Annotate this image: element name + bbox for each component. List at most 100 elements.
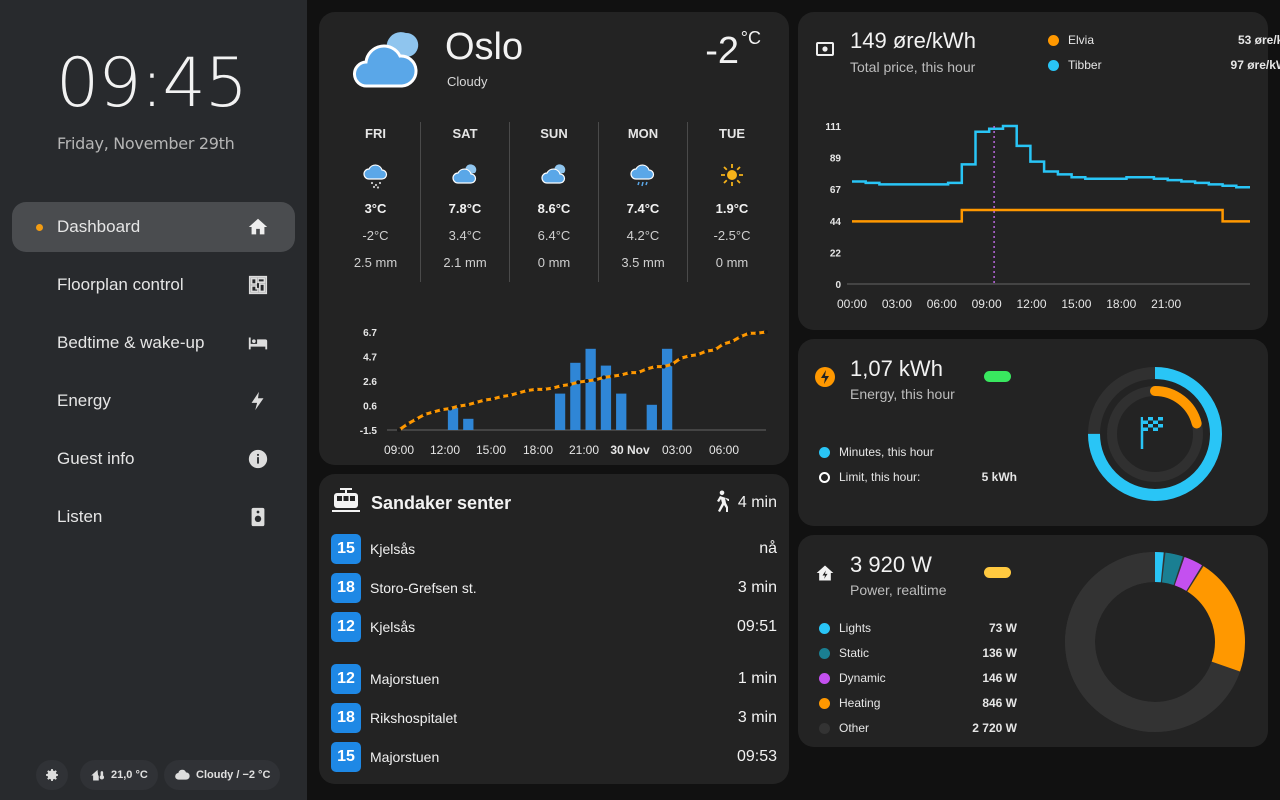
y-tick-label: 44 <box>830 217 842 228</box>
transit-card[interactable]: Sandaker senter 4 min 15 Kjelsås nå 18 S… <box>319 474 789 784</box>
temperature-point <box>516 390 521 395</box>
legend-item: Tibber 97 øre/kWh <box>1048 58 1280 72</box>
x-tick-label: 06:00 <box>709 443 739 457</box>
legend-label: Dynamic <box>839 671 886 685</box>
price-chart: 111 89 67 44 22 0 00:00 03:00 06:00 09:00 12:00 15:… <box>825 122 1250 311</box>
forecast-day: SAT 7.8°C 3.4°C 2.1 mm <box>420 122 509 282</box>
temperature-point <box>482 398 487 403</box>
sidebar-item-dashboard[interactable]: Dashboard <box>12 202 295 252</box>
precip-bar <box>616 393 627 430</box>
cash-icon <box>816 42 834 56</box>
legend-label: Other <box>839 721 870 735</box>
departure-row[interactable]: 18 Storo-Grefsen st. 3 min <box>331 572 777 604</box>
weather-chip[interactable]: Cloudy / −2 °C <box>164 760 281 790</box>
temperature-point <box>618 373 623 378</box>
power-card[interactable]: 3 920 W Power, realtime Lights 73 W Stat… <box>798 535 1268 747</box>
electricity-price-card[interactable]: 149 øre/kWh Total price, this hour Elvia… <box>798 12 1280 330</box>
x-tick-label: 12:00 <box>1016 297 1046 311</box>
indoor-temp-chip[interactable]: 21,0 °C <box>80 760 158 790</box>
y-tick-label: 67 <box>830 185 842 196</box>
x-tick-label: 03:00 <box>882 297 912 311</box>
temperature-point <box>755 331 760 336</box>
legend-value: 136 W <box>982 646 1017 660</box>
temperature-point <box>764 330 768 334</box>
x-tick-label: 12:00 <box>430 443 460 457</box>
legend-dot <box>819 471 830 483</box>
temperature-point <box>704 349 709 354</box>
home-lightning-icon <box>816 565 834 581</box>
forecast-day: TUE 1.9°C -2.5°C 0 mm <box>687 122 776 282</box>
sidebar-item-energy[interactable]: Energy <box>12 376 295 426</box>
sidebar-item-bedtime[interactable]: Bedtime & wake-up <box>12 318 295 368</box>
precip-bar <box>570 362 581 430</box>
forecast-day-name: SAT <box>452 126 478 141</box>
legend-dot <box>819 622 830 634</box>
temperature-point <box>738 334 743 339</box>
temperature-point <box>490 396 495 401</box>
legend-item: Static 136 W <box>819 646 1017 660</box>
temperature-point <box>627 370 632 375</box>
temperature-point <box>397 428 401 432</box>
y-tick-label: 4.7 <box>363 353 377 364</box>
departure-row[interactable]: 12 Majorstuen 1 min <box>331 663 777 695</box>
forecast-high: 7.4°C <box>626 201 660 216</box>
cloud-icon <box>175 769 190 780</box>
departure-row[interactable]: 18 Rikshospitalet 3 min <box>331 702 777 734</box>
sidebar: 09:45 Friday, November 29th Dashboard Fl… <box>0 0 307 800</box>
energy-card[interactable]: 1,07 kWh Energy, this hour Minutes, this… <box>798 339 1268 526</box>
sidebar-item-label: Guest info <box>57 449 135 468</box>
home-thermometer-icon <box>91 769 105 780</box>
departure-time: 09:53 <box>736 748 777 765</box>
precip-bar <box>646 404 657 430</box>
speaker-icon <box>251 507 265 527</box>
temperature-point <box>678 356 683 361</box>
active-indicator <box>36 224 43 231</box>
price-value: 149 øre/kWh <box>850 28 976 53</box>
departure-destination: Majorstuen <box>370 671 440 687</box>
legend-dot <box>819 647 830 659</box>
temperature-point <box>550 386 555 391</box>
legend-dot <box>819 697 830 709</box>
line-badge: 15 <box>331 534 361 564</box>
sidebar-item-floorplan[interactable]: Floorplan control <box>12 260 295 310</box>
temperature-point <box>695 352 700 357</box>
y-tick-label: 2.6 <box>363 377 377 388</box>
departure-time: 3 min <box>737 579 777 596</box>
weather-card[interactable]: Oslo Cloudy -2 °C FRI 3°C -2°C 2.5 mm SA… <box>319 12 789 465</box>
x-tick-label: 21:00 <box>1151 297 1181 311</box>
sidebar-item-listen[interactable]: Listen <box>12 492 295 542</box>
temperature-unit: °C <box>740 28 761 48</box>
temperature-precip-chart: 6.7 4.7 2.6 0.6 -1.5 09:00 12:00 15:00 18:00 21:0… <box>360 328 768 457</box>
sidebar-item-label: Bedtime & wake-up <box>57 333 205 352</box>
y-tick-label: 0 <box>835 280 841 291</box>
forecast-day-name: SUN <box>540 126 568 141</box>
forecast-high: 8.6°C <box>537 201 571 216</box>
departure-time: 09:51 <box>736 618 777 635</box>
legend-item: Lights 73 W <box>819 621 1017 635</box>
temperature-point <box>653 364 658 369</box>
temperature-point <box>405 422 410 427</box>
y-tick-label: -1.5 <box>360 426 378 437</box>
y-tick-label: 6.7 <box>363 328 377 339</box>
settings-button[interactable] <box>36 760 68 790</box>
departure-row[interactable]: 12 Kjelsås 09:51 <box>331 611 777 643</box>
temperature-point <box>610 374 615 379</box>
power-status-pill <box>984 567 1011 578</box>
line-badge: 18 <box>331 573 361 603</box>
sidebar-item-label: Floorplan control <box>57 275 184 294</box>
departure-destination: Kjelsås <box>370 541 416 557</box>
x-tick-label: 21:00 <box>569 443 599 457</box>
legend-dot <box>819 446 830 458</box>
temperature-point <box>670 362 675 367</box>
energy-label: Energy, this hour <box>850 386 955 402</box>
forecast-precip: 0 mm <box>715 255 749 270</box>
sidebar-item-guest-info[interactable]: Guest info <box>12 434 295 484</box>
departure-time: 1 min <box>737 670 777 687</box>
info-icon <box>248 449 268 469</box>
temperature-point <box>567 382 572 387</box>
indoor-temp-text: 21,0 °C <box>111 769 148 781</box>
temperature-point <box>473 400 478 405</box>
departure-destination: Rikshospitalet <box>370 710 458 726</box>
departure-row[interactable]: 15 Kjelsås nå <box>331 533 777 565</box>
departure-row[interactable]: 15 Majorstuen 09:53 <box>331 741 777 773</box>
